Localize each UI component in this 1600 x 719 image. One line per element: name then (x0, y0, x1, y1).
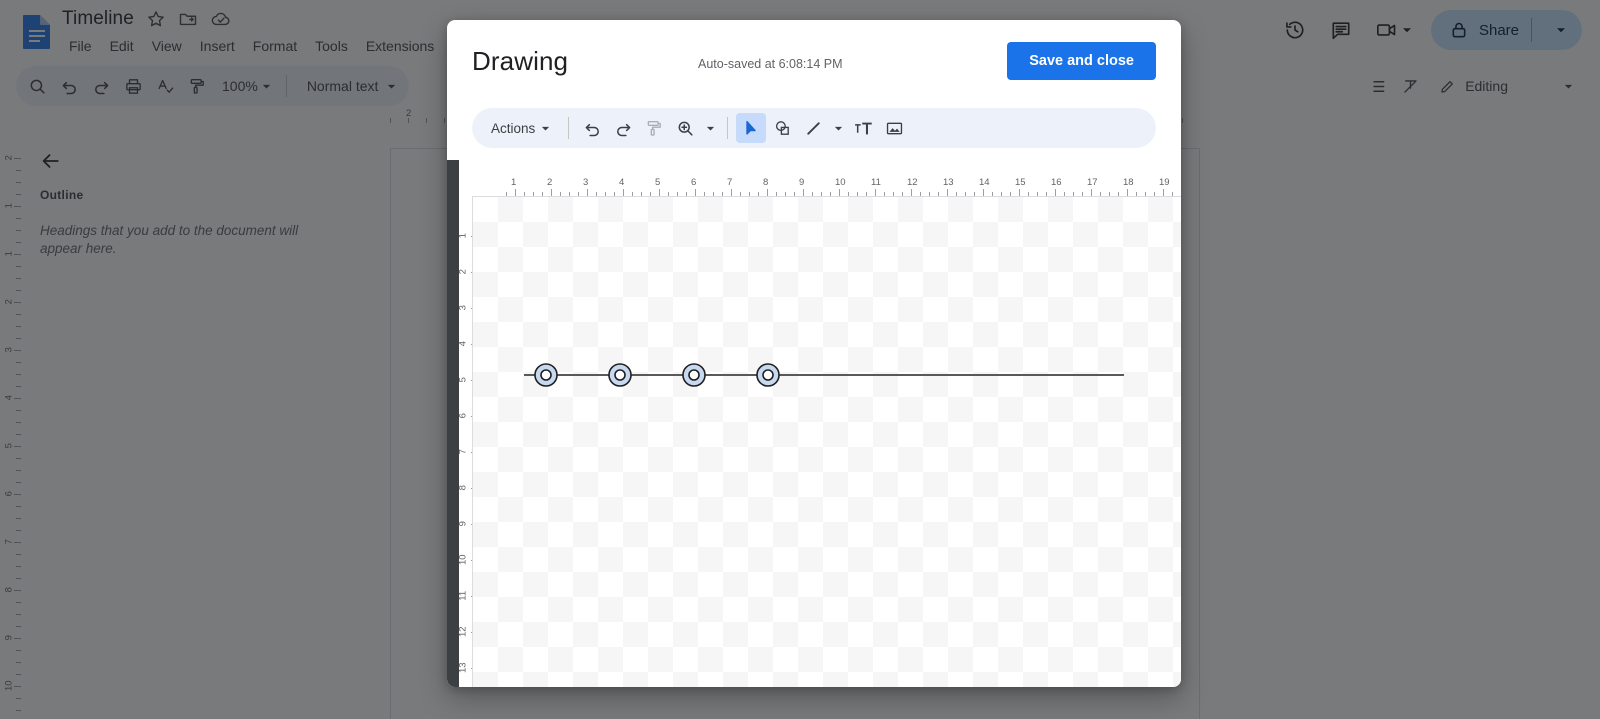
ruler-label: 19 (1159, 178, 1170, 188)
ruler-label: 10 (459, 554, 469, 566)
timeline-milestone-donut[interactable] (756, 363, 780, 387)
ruler-label: 4 (619, 178, 625, 188)
ruler-label: 5 (655, 178, 661, 188)
ruler-label: 11 (459, 590, 469, 601)
ruler-label: 12 (907, 178, 918, 188)
actions-dropdown[interactable]: Actions (482, 114, 560, 142)
ruler-corner-rail (447, 160, 459, 687)
ruler-label: 17 (1087, 178, 1098, 188)
autosave-status: Auto-saved at 6:08:14 PM (698, 57, 843, 71)
toolbar-divider (568, 117, 570, 139)
ruler-label: 10 (835, 178, 846, 188)
ruler-label: 7 (459, 445, 468, 459)
ruler-label: 3 (583, 178, 589, 188)
redo-icon[interactable] (608, 113, 638, 143)
ruler-label: 8 (459, 481, 468, 495)
ruler-label: 15 (1015, 178, 1026, 188)
ruler-label: 8 (763, 178, 769, 188)
shape-icon[interactable] (767, 113, 797, 143)
ruler-label: 11 (871, 178, 881, 188)
text-box-icon[interactable] (848, 113, 878, 143)
drawing-canvas[interactable] (472, 196, 1181, 687)
select-cursor-icon[interactable] (736, 113, 767, 143)
drawing-area: 12345678910111213141516171819 1234567891… (447, 160, 1181, 687)
timeline-milestone-donut[interactable] (534, 363, 558, 387)
ruler-label: 9 (459, 517, 468, 531)
drawing-toolbar: Actions (472, 108, 1156, 148)
ruler-label: 1 (511, 178, 517, 188)
zoom-icon[interactable] (670, 113, 700, 143)
ruler-label: 2 (547, 178, 553, 188)
ruler-label: 12 (459, 626, 469, 638)
ruler-label: 9 (799, 178, 805, 188)
paint-format-icon[interactable] (639, 113, 669, 143)
line-icon[interactable] (798, 113, 828, 143)
zoom-chevron-down-icon[interactable] (701, 113, 719, 143)
toolbar-divider (727, 117, 729, 139)
ruler-label: 13 (459, 662, 469, 674)
ruler-label: 2 (459, 265, 468, 279)
drawing-content (524, 363, 1124, 387)
ruler-label: 14 (979, 178, 990, 188)
ruler-label: 7 (727, 178, 733, 188)
ruler-label: 18 (1123, 178, 1134, 188)
save-and-close-button[interactable]: Save and close (1007, 42, 1156, 80)
undo-icon[interactable] (577, 113, 607, 143)
ruler-label: 13 (943, 178, 954, 188)
actions-label: Actions (491, 120, 536, 136)
drawing-dialog-header: Drawing Auto-saved at 6:08:14 PM Save an… (447, 20, 1181, 104)
ruler-label: 5 (459, 373, 468, 387)
image-icon[interactable] (879, 113, 909, 143)
ruler-label: 16 (1051, 178, 1062, 188)
ruler-label: 4 (459, 337, 468, 351)
drawing-dialog: Drawing Auto-saved at 6:08:14 PM Save an… (447, 20, 1181, 687)
ruler-label: 6 (691, 178, 697, 188)
ruler-label: 1 (459, 229, 468, 243)
line-chevron-down-icon[interactable] (829, 113, 847, 143)
timeline-milestone-donut[interactable] (608, 363, 632, 387)
chevron-down-icon (540, 123, 551, 134)
ruler-label: 6 (459, 409, 468, 423)
drawing-dialog-title: Drawing (472, 46, 569, 76)
timeline-milestone-donut[interactable] (682, 363, 706, 387)
ruler-label: 3 (459, 301, 468, 315)
